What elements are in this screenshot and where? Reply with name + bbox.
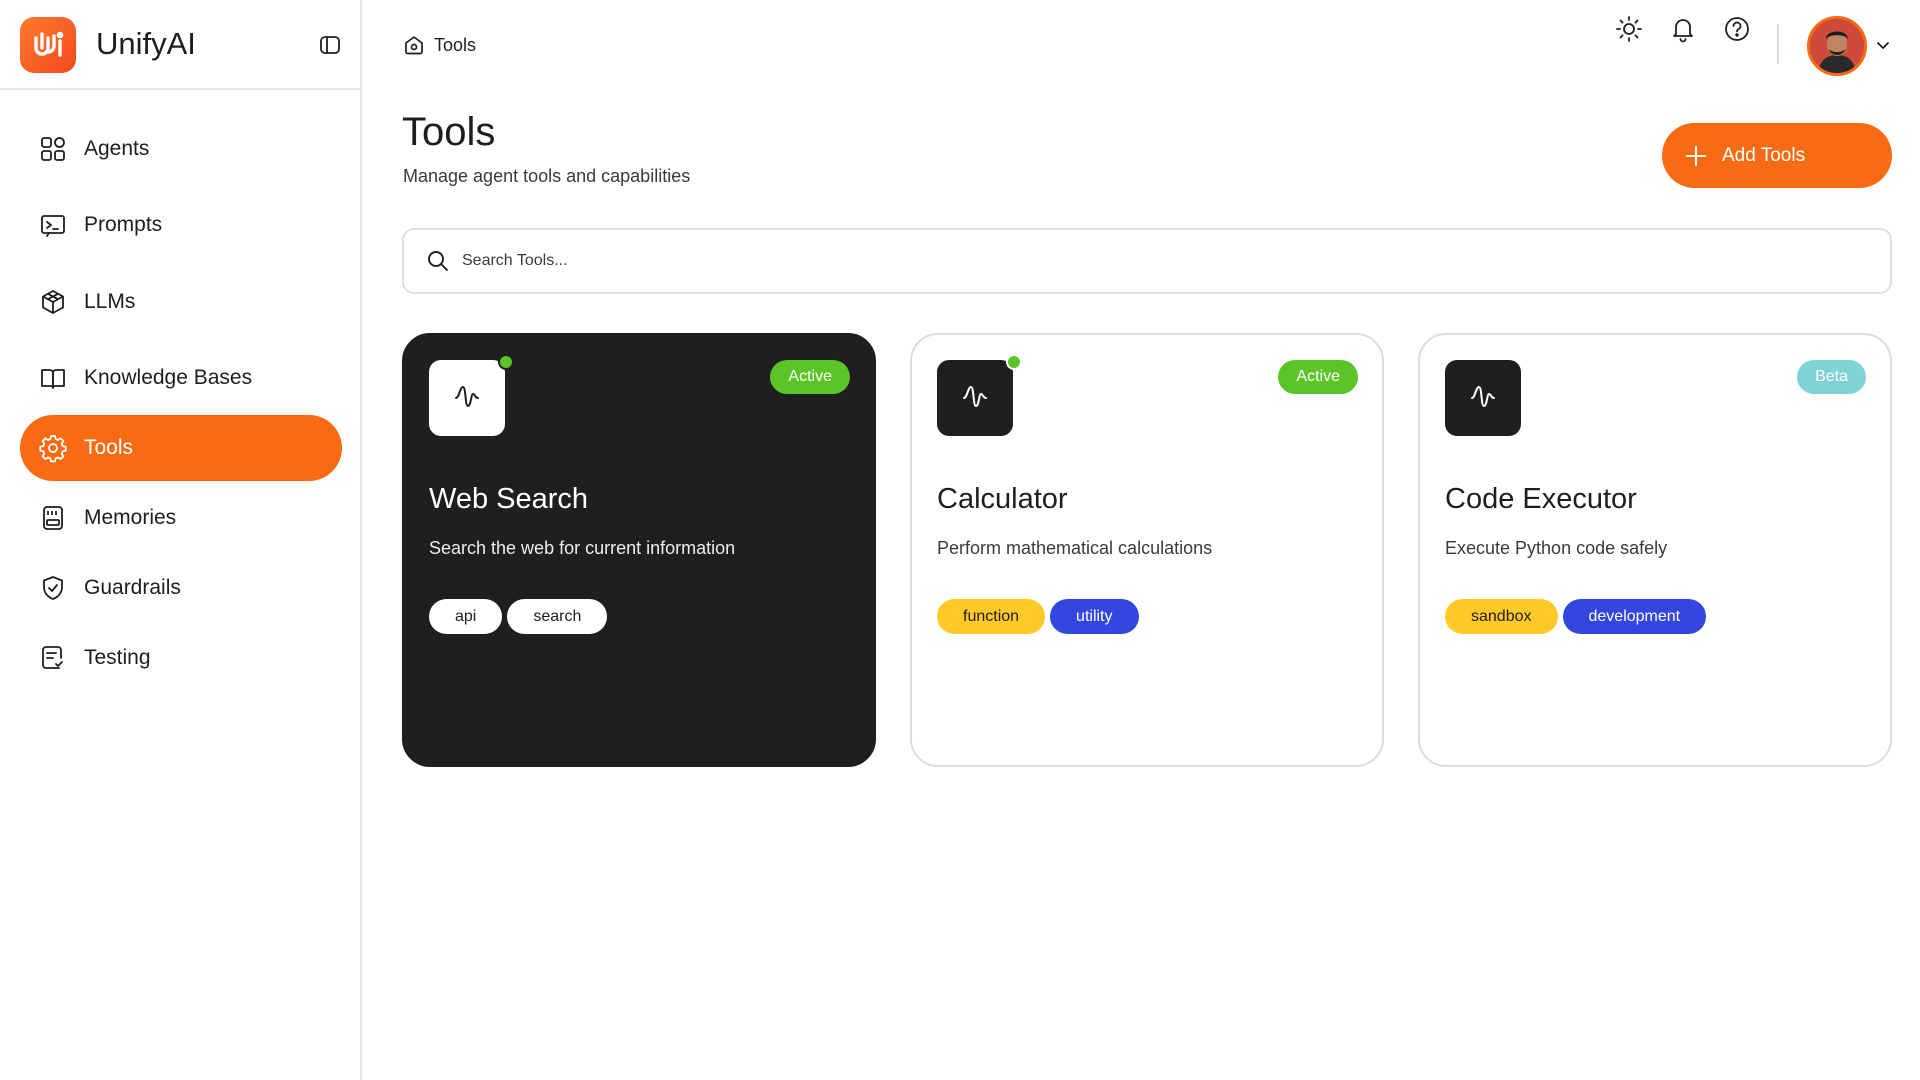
sidebar-item-label: Guardrails — [84, 576, 181, 599]
sidebar-item-label: Agents — [84, 137, 150, 160]
sidebar-item-label: Tools — [84, 436, 134, 459]
bell-icon[interactable] — [1668, 14, 1698, 44]
tool-card-calculator[interactable]: Active Calculator Perform mathematical c… — [910, 333, 1384, 767]
unifyai-logo[interactable] — [20, 17, 76, 73]
sidebar-item-knowledge-bases[interactable]: Knowledge Bases — [20, 345, 342, 411]
page-subtitle: Manage agent tools and capabilities — [403, 166, 691, 186]
grid-icon — [38, 134, 68, 164]
tag-list: sandbox development — [1445, 599, 1707, 634]
sidebar-item-agents[interactable]: Agents — [20, 116, 342, 182]
sidebar-item-label: Prompts — [84, 213, 163, 236]
card-title: Code Executor — [1445, 483, 1637, 515]
sidebar-item-testing[interactable]: Testing — [20, 625, 342, 691]
sidebar-item-tools[interactable]: Tools — [20, 415, 342, 481]
checklist-icon — [38, 643, 68, 673]
page-title: Tools — [402, 110, 496, 154]
waveform-icon — [450, 379, 484, 418]
topbar-divider — [1777, 24, 1779, 64]
add-tools-label: Add Tools — [1722, 144, 1806, 166]
app-name: UnifyAI — [96, 26, 196, 61]
status-badge: Active — [1278, 360, 1358, 394]
sidebar-toggle-icon[interactable] — [318, 33, 342, 57]
chevron-down-icon[interactable] — [1874, 36, 1892, 54]
sidebar-item-label: Memories — [84, 506, 177, 529]
app-root: UnifyAI Agents Prompts LLMs Knowledge Ba… — [0, 0, 1920, 1080]
tag[interactable]: function — [937, 599, 1046, 634]
card-title: Calculator — [937, 483, 1068, 515]
tag-list: api search — [429, 599, 608, 634]
tag-list: function utility — [937, 599, 1139, 634]
sidebar-item-memories[interactable]: Memories — [20, 485, 342, 551]
card-description: Perform mathematical calculations — [937, 538, 1213, 558]
brand-header: UnifyAI — [0, 0, 360, 90]
search-input[interactable] — [462, 252, 1862, 270]
card-title: Web Search — [429, 483, 589, 515]
avatar[interactable] — [1807, 16, 1867, 76]
breadcrumb[interactable]: Tools — [402, 33, 476, 57]
sidebar-item-label: Knowledge Bases — [84, 366, 253, 389]
tool-tile — [937, 360, 1013, 436]
tool-card-code-executor[interactable]: Beta Code Executor Execute Python code s… — [1418, 333, 1892, 767]
card-description: Execute Python code safely — [1445, 538, 1668, 558]
terminal-icon — [38, 210, 68, 240]
sd-card-icon — [38, 503, 68, 533]
online-indicator — [498, 354, 514, 370]
breadcrumb-label: Tools — [434, 34, 477, 55]
top-bar: Tools — [364, 0, 1920, 90]
sidebar-item-llms[interactable]: LLMs — [20, 269, 342, 335]
tag[interactable]: search — [507, 599, 608, 634]
sidebar-item-label: LLMs — [84, 290, 136, 313]
cog-icon — [38, 433, 68, 463]
sidebar-item-label: Testing — [84, 646, 151, 669]
tool-tile — [1445, 360, 1521, 436]
tool-tile — [429, 360, 505, 436]
help-icon[interactable] — [1722, 14, 1752, 44]
search-bar — [402, 228, 1892, 294]
waveform-icon — [958, 379, 992, 418]
sidebar-item-prompts[interactable]: Prompts — [20, 192, 342, 258]
cube-icon — [38, 287, 68, 317]
card-description: Search the web for current information — [429, 538, 736, 558]
tag[interactable]: api — [429, 599, 503, 634]
sidebar-item-guardrails[interactable]: Guardrails — [20, 555, 342, 621]
tag[interactable]: development — [1562, 599, 1707, 634]
home-icon — [402, 33, 426, 57]
search-icon — [426, 249, 450, 273]
add-tools-button[interactable]: Add Tools — [1662, 123, 1892, 188]
tool-card-web-search[interactable]: Active Web Search Search the web for cur… — [402, 333, 876, 767]
plus-icon — [1684, 144, 1708, 168]
online-indicator — [1006, 354, 1022, 370]
shield-icon — [38, 573, 68, 603]
sun-icon[interactable] — [1614, 14, 1644, 44]
status-badge: Beta — [1797, 360, 1866, 394]
sidebar: UnifyAI Agents Prompts LLMs Knowledge Ba… — [0, 0, 362, 1080]
waveform-icon — [1466, 379, 1500, 418]
book-icon — [38, 363, 68, 393]
status-badge: Active — [770, 360, 850, 394]
tag[interactable]: sandbox — [1445, 599, 1558, 634]
tag[interactable]: utility — [1050, 599, 1139, 634]
